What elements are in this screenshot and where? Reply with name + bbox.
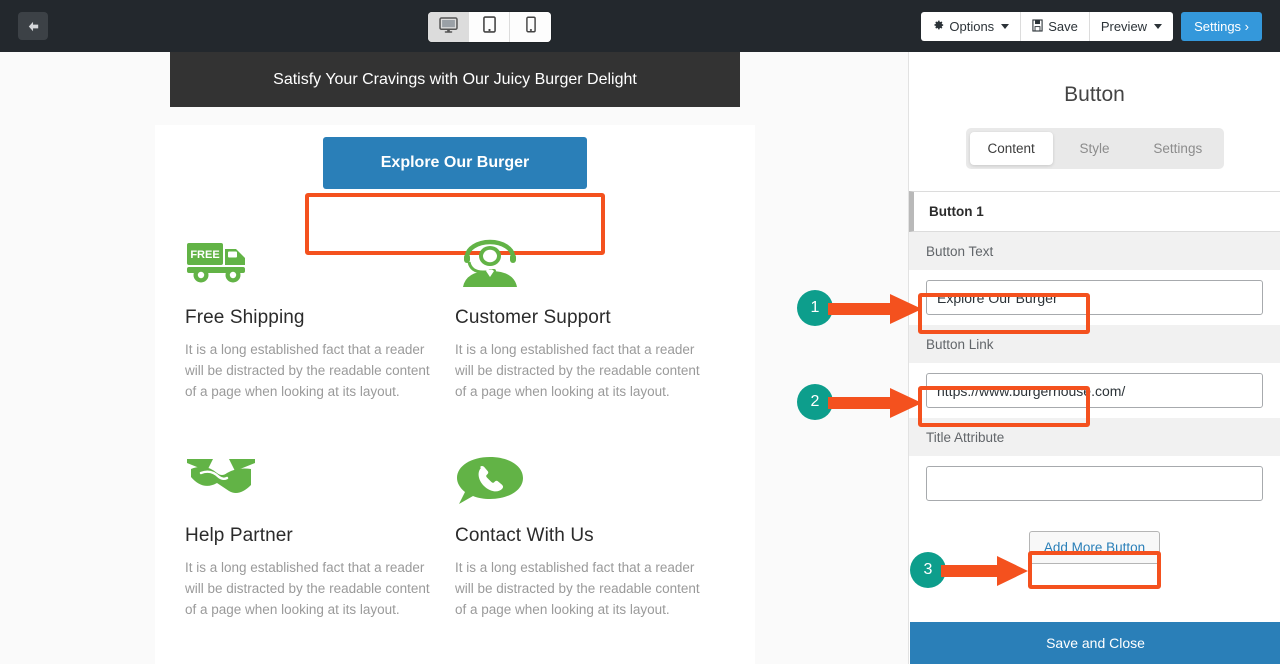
- feature-title: Customer Support: [455, 307, 611, 328]
- feature-description: It is a long established fact that a rea…: [185, 342, 430, 399]
- mobile-icon: [525, 16, 536, 38]
- add-more-button[interactable]: Add More Button: [1028, 531, 1161, 564]
- button-link-input[interactable]: [926, 373, 1263, 408]
- phone-chat-bubble-icon: [455, 455, 713, 511]
- explore-button-label: Explore Our Burger: [380, 154, 530, 171]
- feature-title: Free Shipping: [185, 307, 305, 328]
- button-link-label: Button Link: [909, 325, 1280, 363]
- save-button[interactable]: Save: [1021, 12, 1090, 41]
- tab-content[interactable]: Content: [969, 132, 1053, 165]
- preview-label: Preview: [1100, 19, 1148, 34]
- options-button[interactable]: Options: [921, 12, 1022, 41]
- toolbar-actions: Options Save Preview Settings ›: [921, 12, 1262, 41]
- accordion-button-1[interactable]: Button 1: [909, 191, 1280, 232]
- panel-title: Button: [1064, 83, 1125, 106]
- feature-card: Help Partner It is a long established fa…: [185, 455, 443, 620]
- device-button-mobile[interactable]: [510, 12, 551, 42]
- tablet-icon: [482, 16, 496, 38]
- hero-banner-text: Satisfy Your Cravings with Our Juicy Bur…: [273, 70, 637, 88]
- save-disk-icon: [1032, 18, 1043, 35]
- page-builder-screen: Options Save Preview Settings › Satisfy …: [0, 0, 1280, 664]
- svg-text:FREE: FREE: [190, 249, 219, 261]
- feature-grid: FREE Free Shipping It is a long establis…: [155, 237, 755, 620]
- settings-panel: Button Content Style Settings Button 1 B…: [908, 52, 1280, 664]
- chevron-down-icon: [1001, 24, 1010, 29]
- tab-settings[interactable]: Settings: [1136, 132, 1219, 165]
- tab-style-label: Style: [1079, 141, 1110, 156]
- gear-icon: [932, 19, 944, 34]
- tab-settings-label: Settings: [1153, 141, 1203, 156]
- feature-card: FREE Free Shipping It is a long establis…: [185, 237, 443, 402]
- add-more-row: Add More Button: [909, 511, 1280, 580]
- settings-label: Settings ›: [1194, 19, 1249, 34]
- panel-tabs: Content Style Settings: [965, 128, 1224, 169]
- handshake-icon: [185, 455, 443, 511]
- toolbar-button-group: Options Save Preview: [921, 12, 1174, 41]
- back-button[interactable]: [18, 12, 48, 40]
- button-text-label: Button Text: [909, 232, 1280, 270]
- feature-card: Contact With Us It is a long established…: [455, 455, 713, 620]
- save-and-close-label: Save and Close: [1046, 635, 1145, 651]
- customer-support-headset-icon: [455, 237, 713, 293]
- title-attribute-label: Title Attribute: [909, 418, 1280, 456]
- feature-title: Contact With Us: [455, 525, 594, 546]
- feature-description: It is a long established fact that a rea…: [455, 560, 700, 617]
- button-text-input[interactable]: [926, 280, 1263, 315]
- top-toolbar: Options Save Preview Settings ›: [0, 0, 1280, 52]
- button-text-field-wrap: [909, 270, 1280, 325]
- device-preview-switcher: [428, 12, 551, 42]
- device-button-tablet[interactable]: [469, 12, 510, 42]
- page-preview-canvas[interactable]: Satisfy Your Cravings with Our Juicy Bur…: [0, 52, 908, 664]
- feature-description: It is a long established fact that a rea…: [185, 560, 430, 617]
- device-button-desktop[interactable]: [428, 12, 469, 42]
- settings-button[interactable]: Settings ›: [1181, 12, 1262, 41]
- chevron-down-icon: [1154, 24, 1163, 29]
- feature-card: Customer Support It is a long establishe…: [455, 237, 713, 402]
- accordion-label: Button 1: [929, 204, 984, 219]
- preview-button[interactable]: Preview: [1090, 12, 1173, 41]
- tab-style[interactable]: Style: [1053, 132, 1136, 165]
- free-shipping-truck-icon: FREE: [185, 237, 443, 293]
- feature-description: It is a long established fact that a rea…: [455, 342, 700, 399]
- button-link-field-wrap: [909, 363, 1280, 418]
- save-and-close-button[interactable]: Save and Close: [910, 622, 1280, 664]
- explore-button-row: Explore Our Burger: [155, 137, 755, 189]
- save-label: Save: [1048, 19, 1078, 34]
- hero-banner[interactable]: Satisfy Your Cravings with Our Juicy Bur…: [170, 52, 740, 107]
- arrow-left-icon: [26, 19, 41, 34]
- tab-content-label: Content: [987, 141, 1035, 156]
- title-attribute-input[interactable]: [926, 466, 1263, 501]
- explore-our-burger-button[interactable]: Explore Our Burger: [322, 137, 588, 189]
- desktop-icon: [438, 16, 458, 38]
- feature-title: Help Partner: [185, 525, 293, 546]
- title-attribute-field-wrap: [909, 456, 1280, 511]
- options-label: Options: [949, 19, 995, 34]
